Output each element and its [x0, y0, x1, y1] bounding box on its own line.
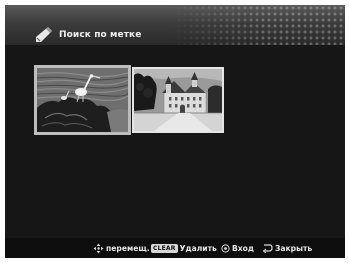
enter-hint: Вход: [221, 242, 254, 254]
header-bar: Поиск по метке: [5, 5, 345, 45]
return-icon: [262, 244, 273, 253]
thumbnail-2[interactable]: [132, 67, 224, 133]
close-hint: Закрыть: [262, 242, 312, 254]
bird-photo: [37, 68, 128, 132]
delete-hint: CLEAR Удалить: [151, 242, 217, 254]
move-hint: перемещ.: [93, 242, 150, 254]
thumbnail-1-selected[interactable]: [34, 65, 131, 135]
clear-key-badge: CLEAR: [151, 243, 178, 253]
footer-bar: перемещ. CLEAR Удалить Вход Закрыть: [5, 238, 345, 258]
move-label: перемещ.: [106, 243, 150, 253]
castle-photo: [134, 69, 222, 131]
page-title: Поиск по метке: [59, 30, 142, 40]
header-dot-pattern: [170, 5, 345, 45]
enter-button-icon: [221, 243, 230, 253]
close-label: Закрыть: [275, 243, 313, 253]
delete-label: Удалить: [179, 243, 217, 253]
osd-screen: Поиск по метке перемещ. CLEAR Удалить Вх…: [5, 5, 345, 258]
arrow-keys-icon: [93, 243, 104, 253]
enter-label: Вход: [232, 243, 255, 253]
pen-icon: [36, 27, 52, 42]
